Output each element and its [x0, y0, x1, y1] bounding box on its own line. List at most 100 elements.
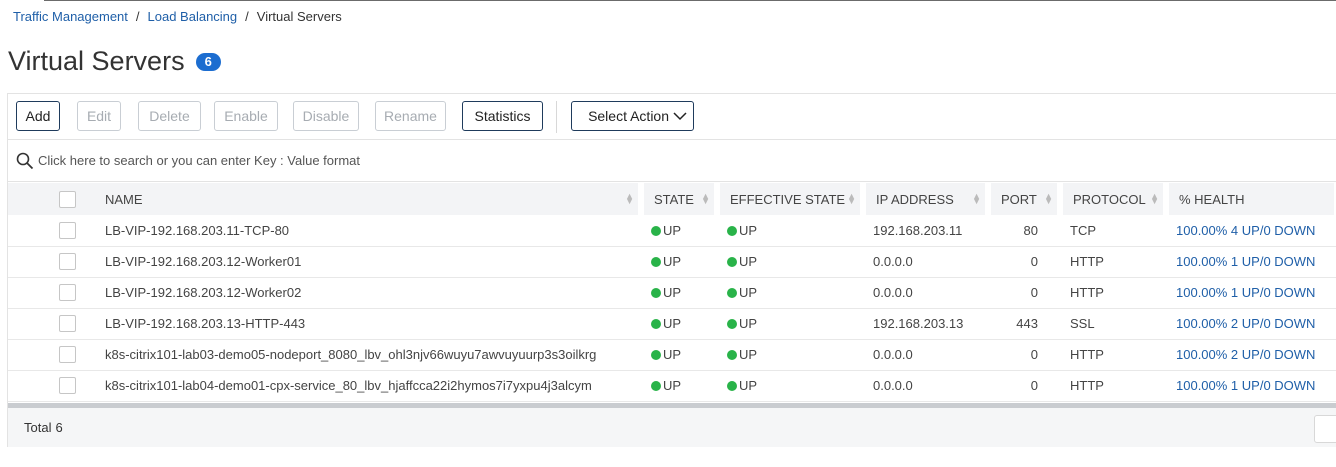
- cell-name: k8s-citrix101-lab04-demo01-cpx-service_8…: [105, 378, 592, 393]
- pagination-control[interactable]: [1314, 415, 1336, 443]
- sort-icon: ▲ ▼: [625, 191, 634, 206]
- cell-effective-state: UP: [717, 339, 863, 370]
- cell-effective-state: UP: [717, 308, 863, 339]
- breadcrumb-separator: /: [245, 9, 249, 24]
- status-up-icon: [727, 319, 737, 329]
- disable-button[interactable]: Disable: [293, 101, 359, 131]
- cell-name: LB-VIP-192.168.203.12-Worker01: [105, 254, 302, 269]
- cell-state: UP: [641, 215, 717, 246]
- page-title: Virtual Servers 6: [8, 46, 221, 77]
- cell-protocol: HTTP: [1070, 378, 1104, 393]
- header-select-cell: [8, 183, 95, 215]
- cell-state: UP: [641, 246, 717, 277]
- rename-button[interactable]: Rename: [375, 101, 446, 131]
- cell-port: 0: [1030, 285, 1038, 300]
- table-row[interactable]: k8s-citrix101-lab04-demo01-cpx-service_8…: [8, 370, 1336, 401]
- breadcrumb-load-balancing[interactable]: Load Balancing: [148, 9, 238, 24]
- status-up-icon: [727, 288, 737, 298]
- select-action-dropdown[interactable]: Select Action: [571, 101, 694, 131]
- add-button[interactable]: Add: [16, 101, 60, 131]
- cell-state: UP: [641, 339, 717, 370]
- cell-effective-state: UP: [717, 246, 863, 277]
- table-row[interactable]: LB-VIP-192.168.203.11-TCP-80 UP UP 192.1…: [8, 215, 1336, 246]
- cell-name: LB-VIP-192.168.203.12-Worker02: [105, 285, 302, 300]
- status-up-icon: [727, 381, 737, 391]
- cell-ip-address: 0.0.0.0: [873, 285, 913, 300]
- cell-ip-address: 0.0.0.0: [873, 254, 913, 269]
- search-input[interactable]: [38, 153, 638, 168]
- column-header-name[interactable]: NAME ▲ ▼: [95, 183, 644, 215]
- total-label: Total: [24, 420, 52, 435]
- cell-health-link[interactable]: 100.00% 1 UP/0 DOWN: [1166, 277, 1336, 308]
- edit-button[interactable]: Edit: [77, 101, 121, 131]
- cell-health-link[interactable]: 100.00% 1 UP/0 DOWN: [1166, 246, 1336, 277]
- cell-state: UP: [641, 308, 717, 339]
- sort-icon: ▲ ▼: [972, 191, 981, 206]
- row-checkbox[interactable]: [59, 377, 76, 394]
- select-all-checkbox[interactable]: [59, 190, 76, 208]
- row-checkbox[interactable]: [59, 315, 76, 332]
- cell-protocol: HTTP: [1070, 347, 1104, 362]
- cell-health-link[interactable]: 100.00% 2 UP/0 DOWN: [1166, 308, 1336, 339]
- status-up-icon: [727, 257, 737, 267]
- cell-protocol: HTTP: [1070, 285, 1104, 300]
- status-up-icon: [651, 350, 661, 360]
- cell-effective-state: UP: [717, 215, 863, 246]
- cell-ip-address: 192.168.203.11: [873, 222, 963, 238]
- breadcrumb-traffic-management[interactable]: Traffic Management: [13, 9, 128, 24]
- cell-port: 0: [1030, 347, 1038, 362]
- column-header-ip-address[interactable]: IP ADDRESS ▲ ▼: [863, 183, 991, 215]
- cell-protocol: HTTP: [1070, 254, 1104, 269]
- sort-icon: ▲ ▼: [701, 191, 710, 206]
- column-header-protocol[interactable]: PROTOCOL ▲ ▼: [1060, 183, 1169, 215]
- breadcrumb: Traffic Management / Load Balancing / Virtua…: [13, 9, 342, 24]
- search-bar[interactable]: [8, 140, 1336, 182]
- cell-health-link[interactable]: 100.00% 2 UP/0 DOWN: [1166, 339, 1336, 370]
- breadcrumb-current: Virtual Servers: [256, 9, 342, 24]
- delete-button[interactable]: Delete: [138, 101, 201, 131]
- table-row[interactable]: LB-VIP-192.168.203.12-Worker02 UP UP 0.0…: [8, 277, 1336, 308]
- status-up-icon: [651, 288, 661, 298]
- status-up-icon: [727, 225, 737, 236]
- table-header-row: NAME ▲ ▼ STATE ▲ ▼ EFFECTIVE STATE ▲ ▼ IP ADDR…: [8, 183, 1336, 215]
- table-footer: Total 6: [8, 408, 1336, 447]
- virtual-servers-table: NAME ▲ ▼ STATE ▲ ▼ EFFECTIVE STATE ▲ ▼ IP ADDR…: [8, 183, 1336, 402]
- row-checkbox[interactable]: [59, 253, 76, 270]
- virtual-servers-panel: Add Edit Delete Enable Disable Rename St…: [7, 93, 1336, 447]
- toolbar-divider: [556, 101, 557, 133]
- sort-icon: ▲ ▼: [1150, 191, 1159, 206]
- cell-port: 443: [1016, 316, 1038, 331]
- column-header-health[interactable]: % HEALTH: [1166, 183, 1336, 215]
- search-icon: [16, 152, 34, 169]
- column-header-effective-state[interactable]: EFFECTIVE STATE ▲ ▼: [717, 183, 866, 215]
- cell-protocol: SSL: [1070, 316, 1095, 331]
- cell-ip-address: 0.0.0.0: [873, 378, 913, 393]
- cell-health-link[interactable]: 100.00% 1 UP/0 DOWN: [1166, 370, 1336, 401]
- breadcrumb-separator: /: [135, 9, 140, 24]
- cell-health-link[interactable]: 100.00% 4 UP/0 DOWN: [1166, 215, 1336, 246]
- cell-name: k8s-citrix101-lab03-demo05-nodeport_8080…: [105, 347, 597, 362]
- cell-ip-address: 0.0.0.0: [873, 347, 913, 362]
- column-header-state[interactable]: STATE ▲ ▼: [641, 183, 720, 215]
- table-row[interactable]: k8s-citrix101-lab03-demo05-nodeport_8080…: [8, 339, 1336, 370]
- row-checkbox[interactable]: [59, 284, 76, 301]
- cell-ip-address: 192.168.203.13: [873, 316, 964, 331]
- status-up-icon: [727, 350, 737, 360]
- enable-button[interactable]: Enable: [214, 101, 278, 131]
- row-checkbox[interactable]: [59, 221, 76, 239]
- sort-icon: ▲ ▼: [847, 191, 856, 206]
- cell-state: UP: [641, 370, 717, 401]
- table-row[interactable]: LB-VIP-192.168.203.13-HTTP-443 UP UP 192…: [8, 308, 1336, 339]
- statistics-button[interactable]: Statistics: [462, 101, 543, 131]
- toolbar: Add Edit Delete Enable Disable Rename St…: [8, 94, 1336, 140]
- page-title-text: Virtual Servers: [8, 46, 185, 76]
- cell-effective-state: UP: [717, 277, 863, 308]
- column-header-port[interactable]: PORT ▲ ▼: [988, 183, 1063, 215]
- cell-protocol: TCP: [1070, 222, 1096, 238]
- status-up-icon: [651, 381, 661, 391]
- table-row[interactable]: LB-VIP-192.168.203.12-Worker01 UP UP 0.0…: [8, 246, 1336, 277]
- cell-port: 80: [1023, 222, 1038, 238]
- row-checkbox[interactable]: [59, 346, 76, 363]
- count-badge: 6: [195, 52, 221, 71]
- chevron-down-icon: [673, 111, 687, 120]
